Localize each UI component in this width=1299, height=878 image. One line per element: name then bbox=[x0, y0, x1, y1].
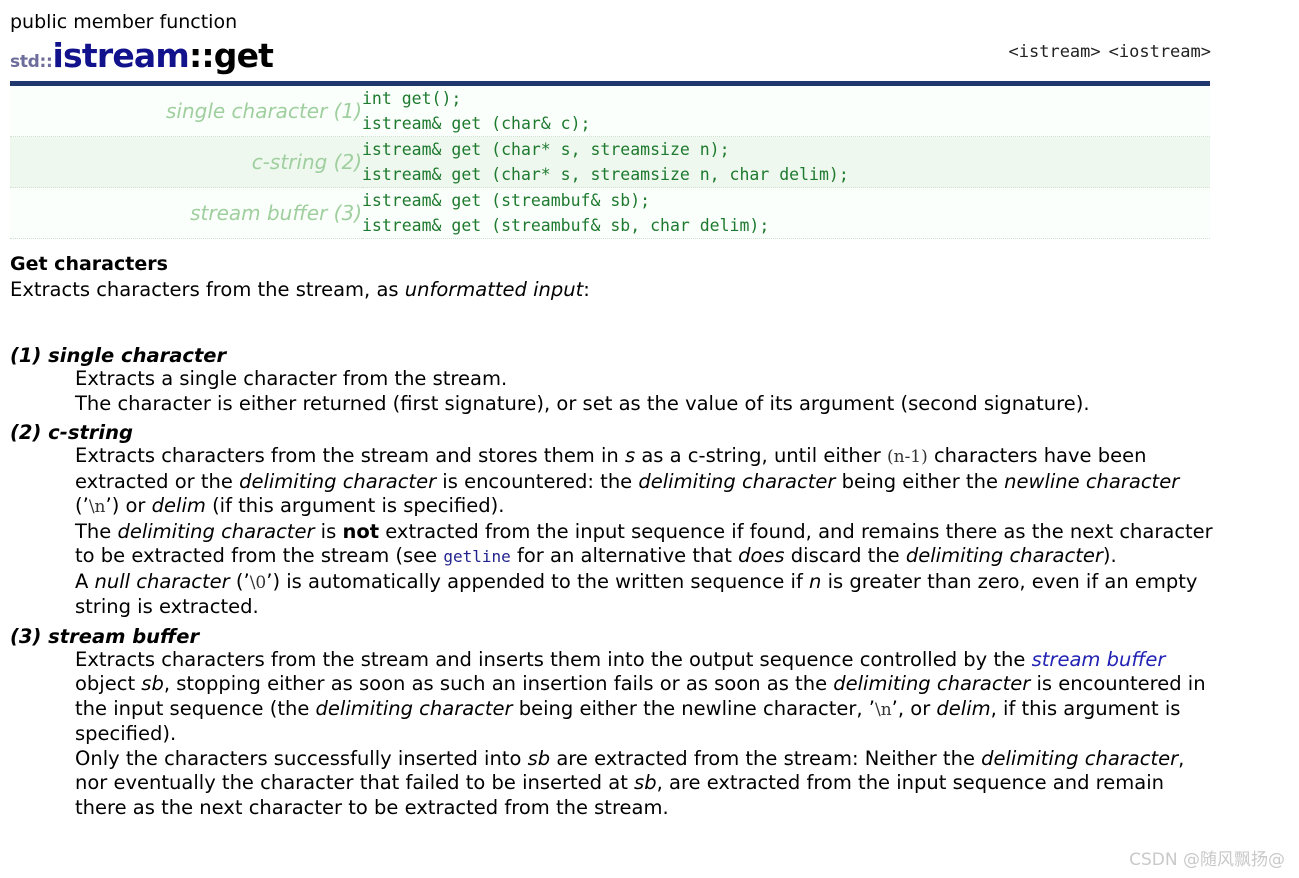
signature-code-1: int get(); istream& get (char& c); bbox=[362, 89, 591, 133]
text-run: ’, or bbox=[891, 696, 937, 720]
include-iostream: <iostream> bbox=[1108, 42, 1211, 62]
include-headers: <istream> <iostream> bbox=[1001, 42, 1211, 62]
text-run: object bbox=[75, 672, 142, 695]
overload-body-2: Extracts characters from the stream and … bbox=[75, 444, 1220, 620]
text-run: A bbox=[75, 569, 95, 593]
escape-newline: \n bbox=[874, 699, 892, 720]
overload-3-paragraph-1: Extracts characters from the stream and … bbox=[75, 648, 1220, 747]
section-heading: Get characters bbox=[10, 253, 168, 275]
term-newline-character: newline character bbox=[1004, 469, 1180, 493]
overload-title-2: (2) c-string bbox=[10, 421, 133, 444]
page-content: Get characters Extracts characters from … bbox=[0, 239, 1299, 820]
class-name-label: istream bbox=[52, 36, 190, 75]
text-run: for an alternative that bbox=[510, 544, 739, 567]
scope-separator: :: bbox=[188, 36, 215, 75]
text-run: discard the bbox=[784, 544, 906, 567]
overload-title-1: (1) single character bbox=[10, 344, 227, 367]
text-run: Extracts characters from the stream and … bbox=[75, 444, 625, 467]
param-delim: delim bbox=[151, 494, 206, 517]
term-delimiting-character: delimiting character bbox=[833, 672, 1031, 695]
term-null-character: null character bbox=[94, 569, 230, 593]
param-sb: sb bbox=[527, 746, 551, 770]
text-run: Extracts characters from the stream and … bbox=[75, 647, 1032, 671]
text-run: being either the bbox=[835, 469, 1005, 493]
signature-code-3: istream& get (streambuf& sb); istream& g… bbox=[362, 191, 770, 235]
link-stream-buffer[interactable]: stream buffer bbox=[1032, 648, 1166, 671]
overload-2-paragraph-1: Extracts characters from the stream and … bbox=[75, 444, 1220, 520]
overload-1-line-1: Extracts a single character from the str… bbox=[75, 367, 508, 390]
watermark: CSDN @随风飘扬@ bbox=[1129, 850, 1285, 870]
overload-title-3: (3) stream buffer bbox=[10, 624, 200, 648]
reference-page: public member function std::istream::get… bbox=[0, 0, 1299, 878]
signature-label-2: c-string (2) bbox=[251, 150, 362, 174]
table-row: stream buffer (3) istream& get (streambu… bbox=[10, 188, 1210, 239]
text-run: Only the characters successfully inserte… bbox=[75, 746, 528, 770]
emphasis-not: not bbox=[342, 519, 380, 543]
namespace-label: std:: bbox=[10, 52, 53, 72]
expression-n-minus-1: (n-1) bbox=[886, 447, 928, 467]
text-run: is bbox=[314, 519, 343, 543]
param-sb: sb bbox=[634, 771, 657, 794]
param-s: s bbox=[624, 444, 636, 467]
text-run: (’ bbox=[229, 569, 250, 593]
term-delimiting-character: delimiting character bbox=[239, 469, 437, 493]
text-run: The bbox=[75, 519, 118, 543]
text-run: (’ bbox=[75, 494, 89, 517]
lead-paragraph: Extracts characters from the stream, as … bbox=[10, 277, 1289, 303]
term-delimiting-character: delimiting character bbox=[905, 544, 1103, 567]
include-istream: <istream> bbox=[1008, 42, 1101, 62]
signature-table: single character (1) int get(); istream&… bbox=[10, 86, 1210, 239]
text-run: ). bbox=[1102, 544, 1117, 567]
escape-newline: \n bbox=[88, 497, 106, 517]
text-run: (if this argument is specified). bbox=[205, 494, 505, 517]
term-delimiting-character: delimiting character bbox=[638, 469, 836, 493]
text-run: are extracted from the stream: Neither t… bbox=[550, 746, 982, 770]
table-row: single character (1) int get(); istream&… bbox=[10, 86, 1210, 137]
param-delim: delim bbox=[936, 696, 991, 720]
signature-code-2: istream& get (char* s, streamsize n); is… bbox=[362, 140, 849, 184]
text-run: is encountered: the bbox=[436, 469, 639, 493]
escape-nul: \0 bbox=[249, 572, 267, 593]
member-kind-label: public member function bbox=[10, 11, 238, 33]
overload-3-paragraph-2: Only the characters successfully inserte… bbox=[75, 747, 1220, 821]
signature-label-1: single character (1) bbox=[165, 99, 362, 123]
link-getline[interactable]: getline bbox=[443, 547, 510, 566]
overload-body-3: Extracts characters from the stream and … bbox=[75, 648, 1220, 821]
text-run: being either the newline character, ’ bbox=[512, 696, 875, 720]
lead-text-before: Extracts characters from the stream, as bbox=[10, 278, 405, 301]
overload-1-line-2: The character is either returned (first … bbox=[75, 391, 1090, 415]
term-delimiting-character: delimiting character bbox=[315, 696, 513, 720]
overload-2-paragraph-2: The delimiting character is not extracte… bbox=[75, 520, 1220, 570]
emphasis-does: does bbox=[738, 544, 785, 567]
text-run: ’) is automatically appended to the writ… bbox=[266, 569, 810, 593]
text-run: as a c-string, until either bbox=[635, 444, 887, 467]
param-n: n bbox=[809, 569, 822, 593]
param-sb: sb bbox=[141, 672, 164, 695]
lead-text-after: : bbox=[583, 278, 590, 301]
signature-label-3: stream buffer (3) bbox=[190, 201, 362, 225]
term-delimiting-character: delimiting character bbox=[117, 519, 315, 543]
overload-2-paragraph-3: A null character (’\0’) is automatically… bbox=[75, 570, 1220, 620]
term-delimiting-character: delimiting character bbox=[981, 746, 1179, 770]
table-row: c-string (2) istream& get (char* s, stre… bbox=[10, 136, 1210, 188]
text-run: , stopping either as soon as such an ins… bbox=[163, 672, 834, 695]
text-run: ’) or bbox=[105, 494, 152, 517]
page-header: public member function std::istream::get… bbox=[0, 0, 1299, 75]
lead-emphasis: unformatted input bbox=[404, 278, 584, 301]
overload-body-1: Extracts a single character from the str… bbox=[75, 367, 1220, 416]
member-name-label: get bbox=[213, 36, 274, 75]
